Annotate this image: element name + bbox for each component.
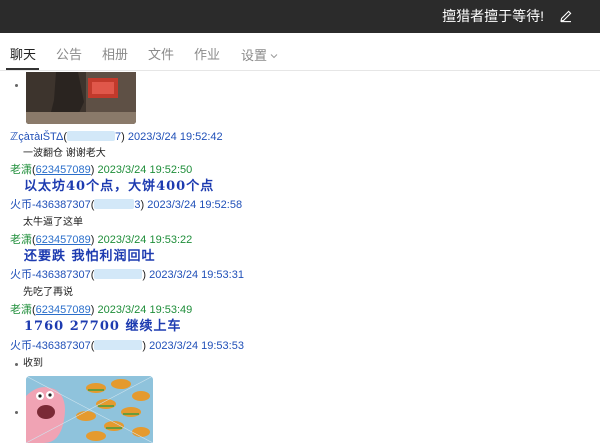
sender-name[interactable]: ℤçàτàιŠΤΔ xyxy=(10,131,63,143)
message-header: 老潇(623457089) 2023/3/24 19:53:49 xyxy=(10,304,193,316)
tab-album[interactable]: 相册 xyxy=(102,47,128,63)
message-time: 2023/3/24 19:52:42 xyxy=(127,131,223,143)
redacted-id xyxy=(94,340,143,350)
tab-files[interactable]: 文件 xyxy=(148,47,174,63)
message-time: 2023/3/24 19:52:58 xyxy=(147,199,243,211)
message-text: 太牛逼了这单 xyxy=(23,217,83,228)
pencil-icon[interactable] xyxy=(558,8,574,24)
sender-name[interactable]: 老潇 xyxy=(10,234,32,246)
title-bar: 擅猎者擅于等待! xyxy=(0,0,600,33)
message-time: 2023/3/24 19:53:49 xyxy=(97,304,193,316)
tab-settings[interactable]: 设置 xyxy=(241,47,278,64)
sender-name[interactable]: 火币-436387307 xyxy=(10,199,91,211)
redacted-id xyxy=(66,131,115,141)
message-header: 火币-436387307() 2023/3/24 19:53:53 xyxy=(10,340,244,352)
message-header: 老潇(623457089) 2023/3/24 19:52:50 xyxy=(10,164,193,176)
shared-image[interactable] xyxy=(26,376,153,443)
message-text: 一波翻仓 谢谢老大 xyxy=(23,148,106,159)
redacted-id xyxy=(94,199,135,209)
tab-bar: 聊天 公告 相册 文件 作业 设置 xyxy=(0,33,600,71)
message-text: 以太坊40个点，大饼400个点 xyxy=(24,179,215,194)
active-tab-indicator xyxy=(6,68,39,70)
group-title: 擅猎者擅于等待! xyxy=(442,8,544,24)
sender-qq[interactable]: 623457089 xyxy=(36,304,91,316)
message-text: 还要跌 我怕利润回吐 xyxy=(24,249,156,264)
message-header: 老潇(623457089) 2023/3/24 19:53:22 xyxy=(10,234,193,246)
tab-announcement[interactable]: 公告 xyxy=(56,47,82,63)
message-header: ℤçàτàιŠΤΔ(7) 2023/3/24 19:52:42 xyxy=(10,131,223,143)
tab-homework[interactable]: 作业 xyxy=(194,47,220,63)
message-time: 2023/3/24 19:53:31 xyxy=(149,269,244,281)
list-bullet xyxy=(15,84,18,87)
sender-name[interactable]: 老潇 xyxy=(10,304,32,316)
message-text: 收到 xyxy=(23,358,43,369)
list-bullet xyxy=(15,363,18,366)
shared-image[interactable] xyxy=(26,72,136,124)
sender-qq: 7 xyxy=(114,131,122,143)
message-text: 1760 27700 继续上车 xyxy=(24,319,182,334)
sender-qq[interactable]: 623457089 xyxy=(36,234,91,246)
sender-name[interactable]: 火币-436387307 xyxy=(10,269,91,281)
sender-qq[interactable]: 623457089 xyxy=(36,164,91,176)
message-header: 火币-436387307() 2023/3/24 19:53:31 xyxy=(10,269,244,281)
sender-name[interactable]: 老潇 xyxy=(10,164,32,176)
message-time: 2023/3/24 19:52:50 xyxy=(97,164,193,176)
tab-settings-label: 设置 xyxy=(241,48,268,63)
list-bullet xyxy=(15,411,18,414)
tab-chat[interactable]: 聊天 xyxy=(10,47,36,63)
chat-messages[interactable]: ℤçàτàιŠΤΔ(7) 2023/3/24 19:52:42 一波翻仓 谢谢老… xyxy=(0,72,600,443)
message-time: 2023/3/24 19:53:53 xyxy=(149,340,244,352)
message-header: 火币-436387307(3) 2023/3/24 19:52:58 xyxy=(10,199,243,211)
sender-qq: 3 xyxy=(134,199,141,211)
chevron-down-icon xyxy=(270,47,278,63)
sender-name[interactable]: 火币-436387307 xyxy=(10,340,91,352)
message-time: 2023/3/24 19:53:22 xyxy=(97,234,193,246)
redacted-id xyxy=(94,269,143,279)
message-text: 先吃了再说 xyxy=(23,287,73,298)
